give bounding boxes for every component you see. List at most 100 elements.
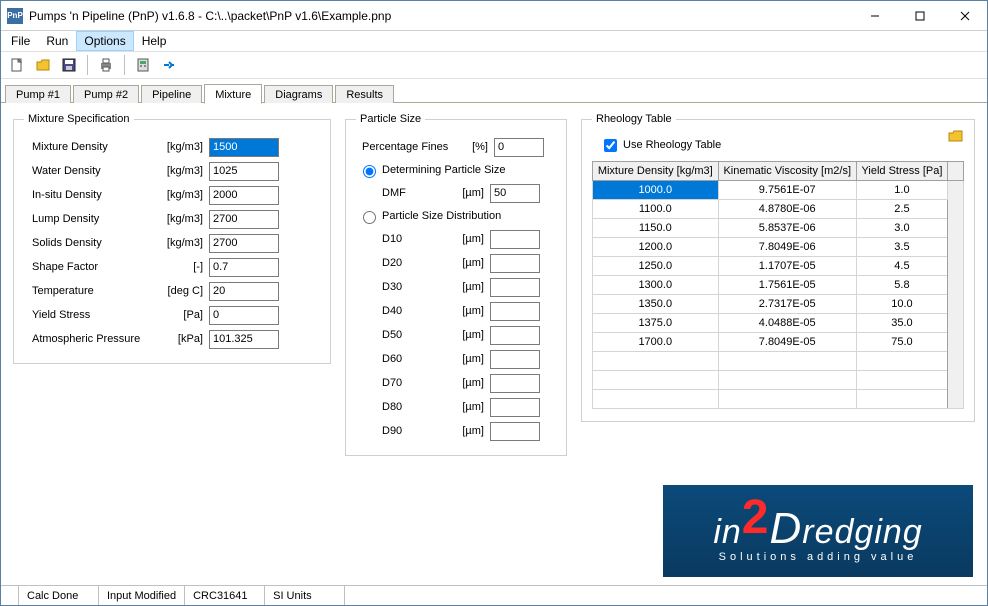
table-row[interactable]: 1300.01.7561E-055.8 [593, 276, 964, 295]
d-input[interactable] [490, 254, 540, 273]
distribution-row: D20[µm] [356, 251, 556, 275]
dmf-input[interactable] [490, 184, 540, 203]
tab-pipeline[interactable]: Pipeline [141, 85, 202, 103]
table-row[interactable]: 1100.04.8780E-062.5 [593, 200, 964, 219]
table-cell[interactable] [593, 352, 719, 371]
menu-help[interactable]: Help [134, 31, 175, 51]
status-crc: CRC31641 [185, 586, 265, 605]
table-scrollbar[interactable] [948, 181, 964, 409]
table-row[interactable]: 1200.07.8049E-063.5 [593, 238, 964, 257]
table-cell[interactable]: 1000.0 [593, 181, 719, 200]
tab-pump2[interactable]: Pump #2 [73, 85, 139, 103]
minimize-button[interactable] [852, 1, 897, 30]
table-cell[interactable]: 35.0 [856, 314, 947, 333]
rheology-table[interactable]: Mixture Density [kg/m3]Kinematic Viscosi… [592, 161, 964, 409]
table-cell[interactable]: 1350.0 [593, 295, 719, 314]
table-cell[interactable] [718, 390, 856, 409]
new-file-icon[interactable] [5, 53, 29, 77]
field-input[interactable] [209, 282, 279, 301]
field-input[interactable] [209, 306, 279, 325]
tab-results[interactable]: Results [335, 85, 394, 103]
table-cell[interactable]: 1700.0 [593, 333, 719, 352]
field-input[interactable] [209, 186, 279, 205]
table-row[interactable]: 1350.02.7317E-0510.0 [593, 295, 964, 314]
table-cell[interactable]: 75.0 [856, 333, 947, 352]
d-input[interactable] [490, 422, 540, 441]
d-input[interactable] [490, 278, 540, 297]
table-cell[interactable]: 1375.0 [593, 314, 719, 333]
table-header-cell[interactable]: Kinematic Viscosity [m2/s] [718, 162, 856, 181]
close-button[interactable] [942, 1, 987, 30]
open-file-icon[interactable] [31, 53, 55, 77]
table-cell[interactable] [718, 352, 856, 371]
table-cell[interactable] [593, 390, 719, 409]
radio-distribution[interactable] [363, 211, 376, 224]
field-input[interactable] [209, 258, 279, 277]
table-header-cell[interactable]: Mixture Density [kg/m3] [593, 162, 719, 181]
d-input[interactable] [490, 374, 540, 393]
table-cell[interactable]: 7.8049E-05 [718, 333, 856, 352]
table-row[interactable]: 1000.09.7561E-071.0 [593, 181, 964, 200]
maximize-button[interactable] [897, 1, 942, 30]
table-row[interactable]: 1150.05.8537E-063.0 [593, 219, 964, 238]
table-row[interactable] [593, 390, 964, 409]
field-input[interactable] [209, 162, 279, 181]
field-input[interactable] [209, 234, 279, 253]
table-cell[interactable]: 4.5 [856, 257, 947, 276]
table-cell[interactable]: 1.7561E-05 [718, 276, 856, 295]
table-cell[interactable]: 2.5 [856, 200, 947, 219]
d-input[interactable] [490, 326, 540, 345]
table-cell[interactable]: 7.8049E-06 [718, 238, 856, 257]
d-input[interactable] [490, 230, 540, 249]
table-cell[interactable] [718, 371, 856, 390]
table-cell[interactable]: 4.8780E-06 [718, 200, 856, 219]
table-cell[interactable]: 3.0 [856, 219, 947, 238]
table-row[interactable]: 1700.07.8049E-0575.0 [593, 333, 964, 352]
table-cell[interactable] [856, 371, 947, 390]
open-rheology-icon[interactable] [946, 127, 966, 145]
menu-file[interactable]: File [3, 31, 38, 51]
table-cell[interactable]: 1.1707E-05 [718, 257, 856, 276]
table-cell[interactable] [593, 371, 719, 390]
table-cell[interactable]: 1250.0 [593, 257, 719, 276]
tab-diagrams[interactable]: Diagrams [264, 85, 333, 103]
menu-options[interactable]: Options [76, 31, 133, 51]
table-header-cell[interactable]: Yield Stress [Pa] [856, 162, 947, 181]
table-cell[interactable]: 1100.0 [593, 200, 719, 219]
d-input[interactable] [490, 302, 540, 321]
table-cell[interactable]: 2.7317E-05 [718, 295, 856, 314]
table-cell[interactable]: 1200.0 [593, 238, 719, 257]
calculator-icon[interactable] [131, 53, 155, 77]
radio-determining[interactable] [363, 165, 376, 178]
table-cell[interactable]: 9.7561E-07 [718, 181, 856, 200]
table-row[interactable]: 1375.04.0488E-0535.0 [593, 314, 964, 333]
table-cell[interactable]: 1300.0 [593, 276, 719, 295]
field-input[interactable] [209, 138, 279, 157]
d-input[interactable] [490, 350, 540, 369]
fines-input[interactable] [494, 138, 544, 157]
menu-run[interactable]: Run [38, 31, 76, 51]
run-icon[interactable] [157, 53, 181, 77]
tab-pump1[interactable]: Pump #1 [5, 85, 71, 103]
table-cell[interactable] [856, 352, 947, 371]
print-icon[interactable] [94, 53, 118, 77]
table-cell[interactable]: 10.0 [856, 295, 947, 314]
field-input[interactable] [209, 210, 279, 229]
save-file-icon[interactable] [57, 53, 81, 77]
table-cell[interactable]: 5.8537E-06 [718, 219, 856, 238]
distribution-row: D80[µm] [356, 395, 556, 419]
table-row[interactable] [593, 352, 964, 371]
table-cell[interactable]: 1.0 [856, 181, 947, 200]
use-rheology-checkbox[interactable] [604, 139, 617, 152]
tab-mixture[interactable]: Mixture [204, 84, 262, 104]
table-cell[interactable] [856, 390, 947, 409]
table-cell[interactable]: 5.8 [856, 276, 947, 295]
table-cell[interactable]: 4.0488E-05 [718, 314, 856, 333]
table-row[interactable]: 1250.01.1707E-054.5 [593, 257, 964, 276]
table-cell[interactable]: 3.5 [856, 238, 947, 257]
table-row[interactable] [593, 371, 964, 390]
d-label: D40 [356, 305, 456, 317]
d-input[interactable] [490, 398, 540, 417]
table-cell[interactable]: 1150.0 [593, 219, 719, 238]
field-input[interactable] [209, 330, 279, 349]
